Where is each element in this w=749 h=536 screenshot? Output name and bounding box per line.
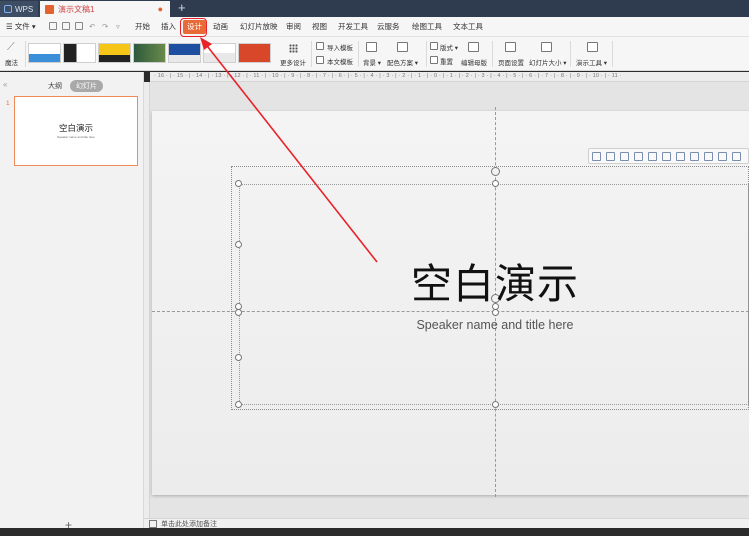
annotation-arrow-line (203, 41, 378, 263)
annotation-arrow-head (200, 37, 212, 50)
wps-presentation-window: WPS 演示文稿1 ● + ☰ 文件 ▾ ↶ ↷ ▿ 开始 插入 设计 动画 幻… (0, 0, 749, 536)
annotation-arrow (200, 37, 378, 263)
